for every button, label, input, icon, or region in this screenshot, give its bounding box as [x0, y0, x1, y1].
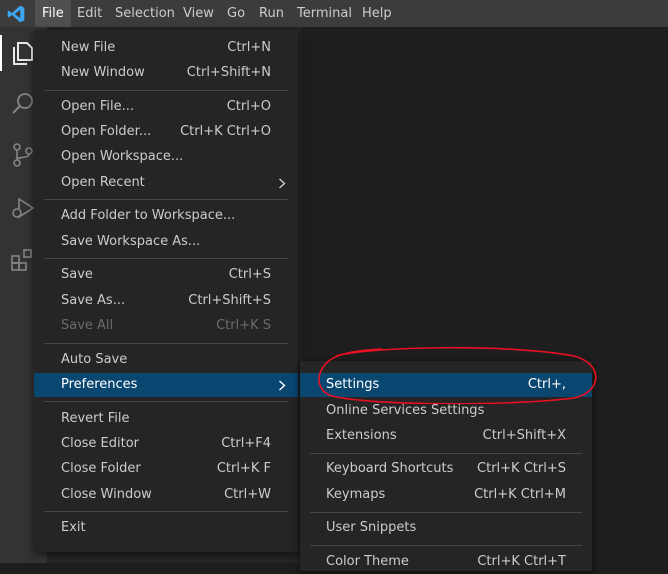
menu-item-label: Close Window: [61, 487, 152, 502]
menu-terminal[interactable]: Terminal: [290, 0, 359, 27]
menu-go[interactable]: Go: [220, 0, 252, 27]
menu-item-shortcut: Ctrl+Shift+S: [188, 293, 271, 308]
menu-item-keymaps[interactable]: Keymaps Ctrl+K Ctrl+M: [300, 483, 592, 507]
menu-item-label: Close Folder: [61, 461, 141, 476]
menu-separator: [310, 512, 582, 513]
menu-separator: [44, 511, 288, 512]
menu-item-exit[interactable]: Exit: [34, 516, 298, 540]
explorer-icon[interactable]: [9, 39, 37, 67]
menu-item-settings[interactable]: Settings Ctrl+,: [300, 373, 592, 397]
menu-separator: [44, 199, 288, 200]
menu-item-save-as[interactable]: Save As... Ctrl+Shift+S: [34, 289, 298, 313]
menu-item-shortcut: Ctrl+Shift+N: [186, 65, 271, 80]
menu-item-label: New File: [61, 40, 116, 55]
menu-run[interactable]: Run: [252, 0, 291, 27]
menu-item-shortcut: Ctrl+K Ctrl+O: [180, 124, 271, 139]
menu-file[interactable]: File: [35, 0, 71, 27]
vscode-logo-icon: [7, 5, 25, 23]
menu-item-add-folder[interactable]: Add Folder to Workspace...: [34, 204, 298, 228]
file-menu: New File Ctrl+N New Window Ctrl+Shift+N …: [34, 30, 298, 552]
menu-item-label: Extensions: [326, 428, 397, 443]
menu-item-extensions[interactable]: Extensions Ctrl+Shift+X: [300, 424, 592, 448]
menu-item-shortcut: Ctrl+,: [527, 377, 566, 392]
menu-item-label: Open Folder...: [61, 124, 152, 139]
menu-separator: [310, 545, 582, 546]
search-icon[interactable]: [9, 90, 37, 118]
menu-item-shortcut: Ctrl+K S: [216, 318, 271, 333]
menu-separator: [44, 401, 288, 402]
menu-item-save[interactable]: Save Ctrl+S: [34, 263, 298, 287]
menu-item-shortcut: Ctrl+S: [228, 267, 271, 282]
menu-item-auto-save[interactable]: Auto Save: [34, 348, 298, 372]
chevron-right-icon: [279, 380, 286, 391]
menu-item-label: Save Workspace As...: [61, 234, 201, 249]
menu-item-label: Exit: [61, 520, 86, 535]
menu-item-open-file[interactable]: Open File... Ctrl+O: [34, 95, 298, 119]
menu-item-label: Preferences: [61, 377, 138, 392]
menu-item-shortcut: Ctrl+Shift+X: [482, 428, 566, 443]
menu-item-label: Auto Save: [61, 352, 128, 367]
menu-item-open-recent[interactable]: Open Recent: [34, 171, 298, 195]
menu-item-save-all: Save All Ctrl+K S: [34, 314, 298, 338]
menu-item-keyboard-shortcuts[interactable]: Keyboard Shortcuts Ctrl+K Ctrl+S: [300, 457, 592, 481]
menu-item-label: Open Recent: [61, 175, 145, 190]
menu-item-close-editor[interactable]: Close Editor Ctrl+F4: [34, 432, 298, 456]
menu-separator: [310, 453, 582, 454]
chevron-right-icon: [279, 178, 286, 189]
menu-item-shortcut: Ctrl+F4: [221, 436, 271, 451]
menu-separator: [44, 258, 288, 259]
menu-item-label: Color Theme: [326, 554, 409, 569]
run-debug-icon[interactable]: [9, 194, 37, 222]
menu-item-label: Save: [61, 267, 93, 282]
menu-separator: [44, 90, 288, 91]
menu-item-label: Close Editor: [61, 436, 140, 451]
menu-item-new-file[interactable]: New File Ctrl+N: [34, 36, 298, 60]
menu-item-open-workspace[interactable]: Open Workspace...: [34, 145, 298, 169]
menu-view[interactable]: View: [176, 0, 221, 27]
menu-item-label: Keyboard Shortcuts: [326, 461, 454, 476]
menu-item-shortcut: Ctrl+W: [224, 487, 271, 502]
menu-item-label: Save As...: [61, 293, 126, 308]
menu-item-shortcut: Ctrl+N: [227, 40, 271, 55]
menu-item-close-folder[interactable]: Close Folder Ctrl+K F: [34, 457, 298, 481]
preferences-submenu: Settings Ctrl+, Online Services Settings…: [300, 361, 592, 571]
menu-item-close-window[interactable]: Close Window Ctrl+W: [34, 483, 298, 507]
menu-bar: File Edit Selection View Go Run Terminal…: [0, 0, 668, 27]
menu-item-label: Keymaps: [326, 487, 386, 502]
menu-item-revert-file[interactable]: Revert File: [34, 407, 298, 431]
menu-item-open-folder[interactable]: Open Folder... Ctrl+K Ctrl+O: [34, 120, 298, 144]
menu-item-save-workspace-as[interactable]: Save Workspace As...: [34, 230, 298, 254]
menu-item-user-snippets[interactable]: User Snippets: [300, 516, 592, 540]
menu-selection[interactable]: Selection: [108, 0, 182, 27]
menu-item-label: Save All: [61, 318, 114, 333]
active-indicator: [0, 35, 2, 71]
menu-item-shortcut: Ctrl+K Ctrl+T: [477, 554, 566, 569]
menu-item-label: Open File...: [61, 99, 135, 114]
menu-item-shortcut: Ctrl+K F: [216, 461, 271, 476]
source-control-icon[interactable]: [9, 141, 37, 169]
menu-item-label: Add Folder to Workspace...: [61, 208, 236, 223]
menu-item-label: Settings: [326, 377, 380, 392]
menu-item-label: User Snippets: [326, 520, 417, 535]
extensions-icon[interactable]: [9, 246, 37, 274]
menu-item-color-theme[interactable]: Color Theme Ctrl+K Ctrl+T: [300, 550, 592, 574]
menu-item-label: New Window: [61, 65, 145, 80]
menu-item-label: Online Services Settings: [326, 403, 485, 418]
menu-separator: [44, 343, 288, 344]
menu-item-shortcut: Ctrl+O: [226, 99, 271, 114]
menu-item-new-window[interactable]: New Window Ctrl+Shift+N: [34, 61, 298, 85]
menu-help[interactable]: Help: [355, 0, 399, 27]
menu-item-label: Open Workspace...: [61, 149, 184, 164]
menu-item-online-services-settings[interactable]: Online Services Settings: [300, 399, 592, 423]
menu-item-label: Revert File: [61, 411, 130, 426]
menu-edit[interactable]: Edit: [70, 0, 109, 27]
menu-item-shortcut: Ctrl+K Ctrl+M: [474, 487, 566, 502]
menu-item-shortcut: Ctrl+K Ctrl+S: [477, 461, 566, 476]
menu-item-preferences[interactable]: Preferences: [34, 373, 298, 397]
